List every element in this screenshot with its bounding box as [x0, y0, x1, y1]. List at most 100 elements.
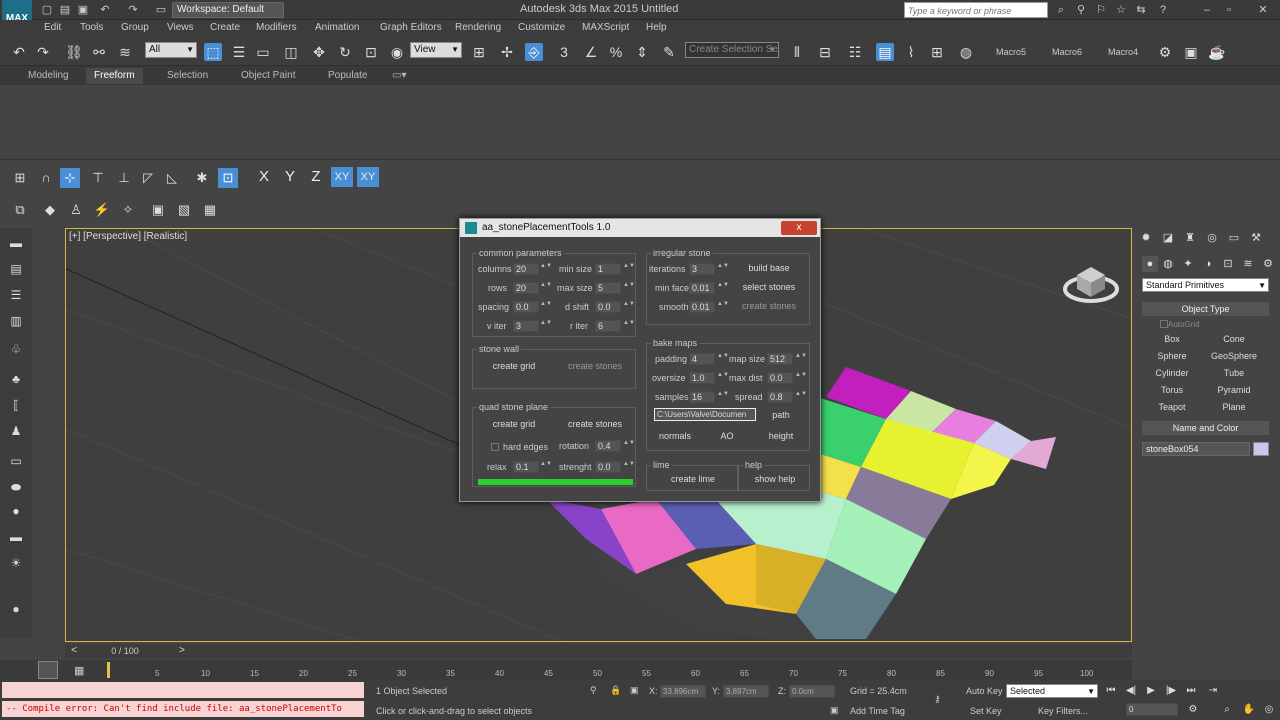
- lights-icon[interactable]: ✦: [1180, 256, 1196, 272]
- axis-z-button[interactable]: Z: [305, 167, 327, 187]
- smooth-spinner[interactable]: ▲▼: [717, 301, 729, 313]
- reference-coordinate-dropdown[interactable]: View ▼: [410, 42, 462, 58]
- map-size-field[interactable]: 512: [767, 353, 793, 365]
- absolute-mode-icon[interactable]: ▣: [630, 685, 639, 696]
- menu-graph-editors[interactable]: Graph Editors: [380, 22, 442, 33]
- track-bar-expand-icon[interactable]: [38, 661, 58, 679]
- select-object-icon[interactable]: ⬚: [204, 43, 222, 61]
- play-icon[interactable]: ▶: [1144, 684, 1158, 698]
- open-file-icon[interactable]: ▤: [58, 3, 72, 17]
- current-frame-field[interactable]: 0: [1126, 703, 1178, 716]
- dialog-close-button[interactable]: x: [781, 221, 817, 235]
- render-setup-icon[interactable]: ⚙: [1156, 43, 1174, 61]
- rotate-icon[interactable]: ↻: [336, 43, 354, 61]
- v-iter-spinner[interactable]: ▲▼: [540, 320, 552, 332]
- box-icon[interactable]: ▭: [7, 452, 25, 470]
- search-input[interactable]: Type a keyword or phrase: [904, 2, 1048, 18]
- workspace-dropdown[interactable]: Workspace: Default: [172, 2, 284, 18]
- quad-create-stones-button[interactable]: create stones: [559, 416, 631, 432]
- samples-spinner[interactable]: ▲▼: [717, 391, 729, 403]
- shapes-icon[interactable]: ◍: [1160, 256, 1176, 272]
- build-base-button[interactable]: build base: [735, 260, 803, 276]
- torus-button[interactable]: Torus: [1142, 383, 1202, 398]
- select-manipulate-icon[interactable]: ✢: [498, 43, 516, 61]
- smooth-field[interactable]: 0.01: [689, 301, 715, 313]
- search-icon[interactable]: ⌕: [1054, 3, 1068, 17]
- tab-object-paint[interactable]: Object Paint: [241, 70, 295, 81]
- geometry-icon[interactable]: ●: [1142, 256, 1158, 272]
- y-coordinate[interactable]: 3.897cm: [723, 685, 769, 698]
- snap-pivot-icon[interactable]: ⊹: [60, 168, 80, 188]
- isolate-icon[interactable]: ⚲: [590, 685, 597, 696]
- bake-path-input[interactable]: C:\Users\Valve\Documen: [654, 408, 756, 421]
- sheet-icon[interactable]: ▥: [7, 312, 25, 330]
- pan-icon[interactable]: ✋: [1242, 703, 1256, 717]
- rotation-field[interactable]: 0.4: [595, 440, 621, 452]
- pivot-center-icon[interactable]: ⊞: [470, 43, 488, 61]
- named-selection-sets-dropdown[interactable]: Create Selection Se ▼: [685, 42, 779, 58]
- r-iter-field[interactable]: 6: [595, 320, 621, 332]
- create-lime-button[interactable]: create lime: [653, 471, 733, 487]
- box-button[interactable]: Box: [1142, 332, 1202, 347]
- infocenter-icon[interactable]: ⚲: [1074, 3, 1088, 17]
- percent-snap-icon[interactable]: %: [607, 43, 625, 61]
- d-shift-field[interactable]: 0.0: [595, 301, 621, 313]
- track-bar[interactable]: ▦ 5 10 15 20 25 30 35 40 45 50 55 60 65 …: [0, 660, 1132, 680]
- stone-wall-create-stones-button[interactable]: create stones: [559, 358, 631, 374]
- go-to-end-icon[interactable]: ⏭: [1184, 684, 1198, 698]
- select-stones-button[interactable]: select stones: [735, 279, 803, 295]
- orbit-icon[interactable]: ◎: [1262, 703, 1276, 717]
- utilities-tab-icon[interactable]: ⚒: [1248, 230, 1264, 246]
- axis-x-button[interactable]: X: [253, 167, 275, 187]
- show-help-button[interactable]: show help: [743, 471, 807, 487]
- new-file-icon[interactable]: ▢: [40, 3, 54, 17]
- menu-customize[interactable]: Customize: [518, 22, 565, 33]
- plane-icon[interactable]: ▬: [7, 528, 25, 546]
- undo-icon[interactable]: ↶: [98, 3, 112, 17]
- geosphere-button[interactable]: GeoSphere: [1204, 349, 1264, 364]
- set-key-icon[interactable]: ⚷: [934, 694, 941, 705]
- previous-key-icon[interactable]: ◀|: [1124, 684, 1138, 698]
- r-iter-spinner[interactable]: ▲▼: [623, 320, 635, 332]
- minimize-icon[interactable]: –: [1200, 3, 1214, 17]
- oversize-field[interactable]: 1.0: [689, 372, 715, 384]
- snap-face-icon[interactable]: ◺: [162, 168, 182, 188]
- link-icon[interactable]: ⛓: [65, 43, 83, 61]
- sphere-icon[interactable]: ●: [7, 502, 25, 520]
- object-name-input[interactable]: stoneBox054: [1142, 442, 1250, 456]
- systems-icon[interactable]: ⚙: [1260, 256, 1276, 272]
- max-size-field[interactable]: 5: [595, 282, 621, 294]
- helpers-icon[interactable]: ⊡: [1220, 256, 1236, 272]
- cameras-icon[interactable]: ◑: [1200, 256, 1216, 272]
- render-production-icon[interactable]: ☕: [1208, 43, 1226, 61]
- axis-xy-cycle-button[interactable]: XY: [357, 167, 379, 187]
- ribbon-options-icon[interactable]: ▭▾: [392, 70, 406, 81]
- viewcube[interactable]: [1062, 257, 1120, 305]
- group-icon[interactable]: ♣: [7, 370, 25, 388]
- autogrid-checkbox[interactable]: [1160, 320, 1168, 328]
- columns-spinner[interactable]: ▲▼: [540, 263, 552, 275]
- snap-center-icon[interactable]: ✱: [192, 168, 212, 188]
- create-tab-icon[interactable]: ✹: [1138, 230, 1154, 246]
- list-icon[interactable]: ☰: [7, 286, 25, 304]
- selection-filter-dropdown[interactable]: All ▼: [145, 42, 197, 58]
- layer-explorer-icon[interactable]: ☷: [846, 43, 864, 61]
- auto-key-button[interactable]: Auto Key: [966, 686, 1003, 696]
- hierarchy-tab-icon[interactable]: ♜: [1182, 230, 1198, 246]
- edit-named-selection-icon[interactable]: ✎: [660, 43, 678, 61]
- min-face-field[interactable]: 0.01: [689, 282, 715, 294]
- favorites-icon[interactable]: ☆: [1114, 3, 1128, 17]
- macro5-button[interactable]: Macro5: [996, 47, 1026, 57]
- motion-tab-icon[interactable]: ◎: [1204, 230, 1220, 246]
- min-size-spinner[interactable]: ▲▼: [623, 263, 635, 275]
- spacing-field[interactable]: 0.0: [513, 301, 539, 313]
- next-frame-icon[interactable]: >: [175, 644, 189, 658]
- oversize-spinner[interactable]: ▲▼: [717, 372, 729, 384]
- modify-tab-icon[interactable]: ◪: [1160, 230, 1176, 246]
- lock-selection-icon[interactable]: 🔒: [610, 685, 621, 696]
- select-by-name-icon[interactable]: ☰: [230, 43, 248, 61]
- viewport-label[interactable]: [+] [Perspective] [Realistic]: [69, 231, 187, 242]
- padding-field[interactable]: 4: [689, 353, 715, 365]
- x-coordinate[interactable]: 33.896cm: [660, 685, 706, 698]
- z-coordinate[interactable]: 0.0cm: [789, 685, 835, 698]
